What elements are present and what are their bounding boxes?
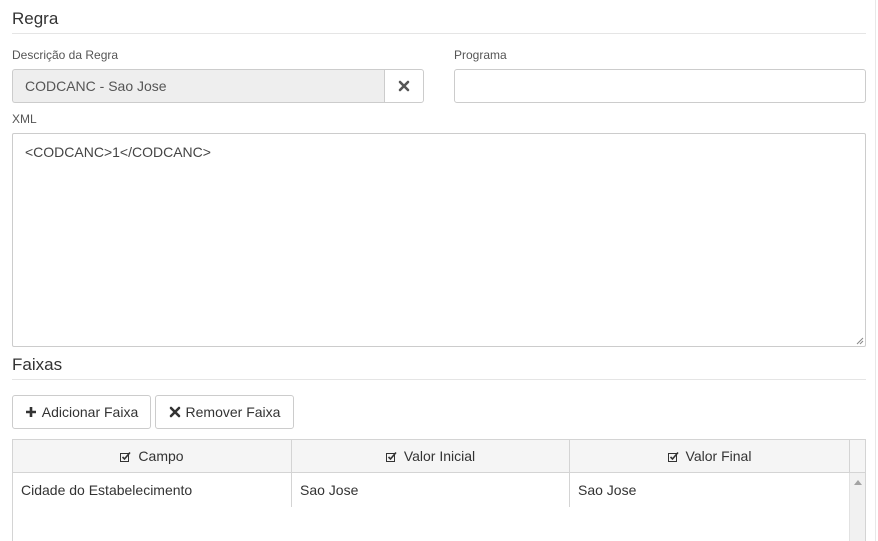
faixas-divider <box>12 379 866 380</box>
descricao-clear-button[interactable] <box>384 69 424 103</box>
descricao-field-group: CODCANC - Sao Jose <box>12 69 424 103</box>
grid-vertical-scrollbar[interactable] <box>849 473 865 541</box>
xml-label: XML <box>12 112 37 126</box>
add-faixa-label: Adicionar Faixa <box>41 404 139 420</box>
faixas-section-title: Faixas <box>12 355 63 374</box>
table-cell-campo[interactable]: Cidade do Estabelecimento <box>13 473 292 507</box>
grid-header: Campo Valor Inicial Valor Final <box>13 440 849 473</box>
close-icon <box>398 80 410 92</box>
plus-icon <box>25 407 36 417</box>
descricao-label: Descrição da Regra <box>12 48 119 62</box>
regra-divider <box>12 33 866 34</box>
column-header-label: Valor Inicial <box>403 448 476 464</box>
column-header-campo[interactable]: Campo <box>13 440 292 472</box>
scroll-up-arrow-icon[interactable] <box>854 480 862 485</box>
descricao-input[interactable]: CODCANC - Sao Jose <box>12 69 384 103</box>
edit-checkbox-icon <box>385 451 397 462</box>
programa-label: Programa <box>454 48 507 62</box>
remove-faixa-button[interactable]: Remover Faixa <box>155 395 294 429</box>
edit-checkbox-icon <box>120 451 132 462</box>
table-cell-valor-final[interactable]: Sao Jose <box>570 473 849 507</box>
close-icon <box>169 406 180 418</box>
programa-input[interactable] <box>454 69 866 103</box>
xml-content: <CODCANC>1</CODCANC> <box>25 144 211 160</box>
edit-checkbox-icon <box>667 451 679 462</box>
column-header-valor-inicial[interactable]: Valor Inicial <box>292 440 570 472</box>
remove-faixa-label: Remover Faixa <box>185 404 281 420</box>
column-header-label: Valor Final <box>685 448 752 464</box>
faixas-grid: Campo Valor Inicial Valor Final Cidade d… <box>12 439 866 541</box>
resize-grip-icon[interactable] <box>854 335 864 345</box>
grid-header-spacer <box>849 440 865 473</box>
table-row[interactable]: Cidade do Estabelecimento Sao Jose Sao J… <box>13 473 849 507</box>
column-header-valor-final[interactable]: Valor Final <box>570 440 849 472</box>
column-header-label: Campo <box>138 448 184 464</box>
table-cell-valor-inicial[interactable]: Sao Jose <box>292 473 570 507</box>
regra-section-title: Regra <box>12 9 59 28</box>
frame-edge <box>875 0 876 541</box>
xml-textarea[interactable]: <CODCANC>1</CODCANC> <box>12 133 866 347</box>
add-faixa-button[interactable]: Adicionar Faixa <box>12 395 151 429</box>
